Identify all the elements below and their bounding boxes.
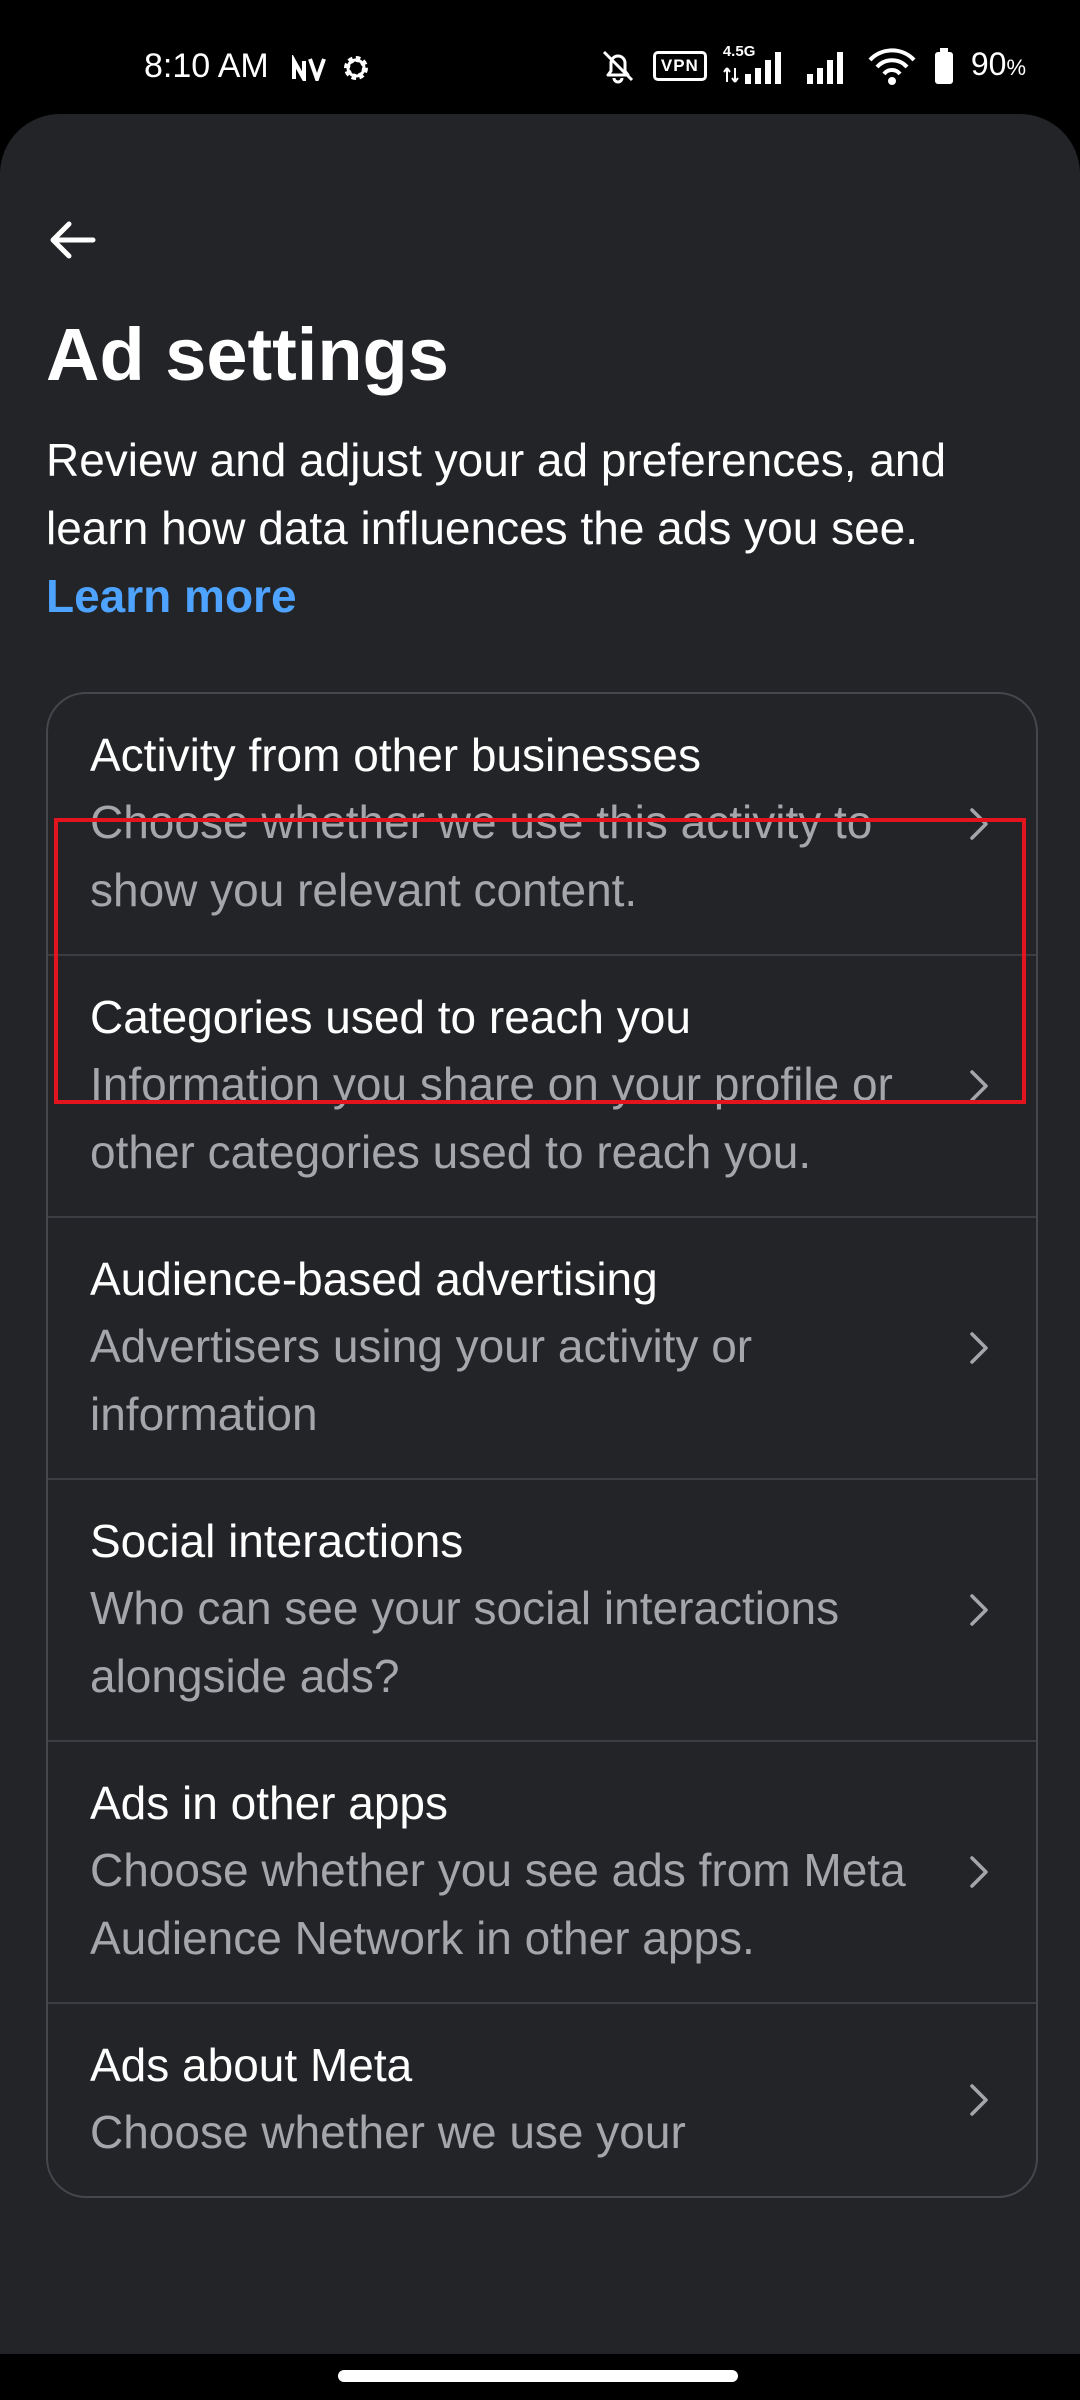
- settings-item-categories-used-to-reach-you[interactable]: Categories used to reach you Information…: [48, 956, 1036, 1218]
- page-description-text: Review and adjust your ad preferences, a…: [46, 434, 947, 554]
- settings-item-title: Ads about Meta: [90, 2039, 413, 2091]
- settings-item-description: Who can see your social interactions alo…: [90, 1582, 840, 1702]
- back-button[interactable]: [32, 200, 112, 280]
- settings-item-title: Activity from other businesses: [90, 729, 702, 781]
- battery-icon: [934, 48, 953, 84]
- settings-item-social-interactions[interactable]: Social interactions Who can see your soc…: [48, 1480, 1036, 1742]
- learn-more-link[interactable]: Learn more: [46, 570, 297, 622]
- chevron-right-icon: [970, 2084, 988, 2116]
- ad-settings-list: Activity from other businesses Choose wh…: [46, 692, 1038, 2198]
- gear-icon: [344, 56, 368, 80]
- chevron-right-icon: [970, 1856, 988, 1888]
- status-bar: 8:10 AM VPN 4.5G 90%: [0, 0, 1080, 112]
- settings-item-ads-in-other-apps[interactable]: Ads in other apps Choose whether you see…: [48, 1742, 1036, 2004]
- status-time: 8:10 AM: [144, 47, 269, 85]
- settings-item-title: Social interactions: [90, 1515, 464, 1567]
- settings-item-title: Ads in other apps: [90, 1777, 449, 1829]
- settings-item-audience-based-advertising[interactable]: Audience-based advertising Advertisers u…: [48, 1218, 1036, 1480]
- wifi-icon: [868, 48, 916, 85]
- chevron-right-icon: [970, 808, 988, 840]
- settings-item-description: Advertisers using your activity or infor…: [90, 1320, 753, 1440]
- home-indicator[interactable]: [338, 2370, 738, 2382]
- settings-item-description: Information you share on your profile or…: [90, 1058, 893, 1178]
- settings-item-description: Choose whether you see ads from Meta Aud…: [90, 1844, 906, 1964]
- arrow-left-icon: [50, 221, 96, 259]
- page-title: Ad settings: [46, 313, 449, 396]
- chevron-right-icon: [970, 1332, 988, 1364]
- settings-item-description: Choose whether we use this activity to s…: [90, 796, 873, 916]
- status-left-icons: [292, 48, 372, 88]
- nv-icon: [292, 55, 326, 81]
- signal-icon: [806, 52, 843, 84]
- navigation-bar: [0, 2354, 1080, 2400]
- settings-item-title: Audience-based advertising: [90, 1253, 658, 1305]
- settings-item-ads-about-meta[interactable]: Ads about Meta Choose whether we use you…: [48, 2004, 1036, 2196]
- chevron-right-icon: [970, 1070, 988, 1102]
- settings-item-description: Choose whether we use your: [90, 2106, 686, 2158]
- battery-percent: 90%: [970, 46, 1026, 82]
- ad-settings-sheet: Ad settings Review and adjust your ad pr…: [0, 114, 1080, 2354]
- page-description: Review and adjust your ad preferences, a…: [46, 426, 1046, 630]
- settings-item-title: Categories used to reach you: [90, 991, 691, 1043]
- bell-off-icon: [602, 50, 633, 84]
- signal-icon: 4.5G: [723, 44, 787, 86]
- chevron-right-icon: [970, 1594, 988, 1626]
- status-right-icons: VPN 4.5G 90%: [599, 44, 1026, 88]
- settings-item-activity-from-other-businesses[interactable]: Activity from other businesses Choose wh…: [48, 694, 1036, 956]
- vpn-icon: VPN: [652, 51, 707, 81]
